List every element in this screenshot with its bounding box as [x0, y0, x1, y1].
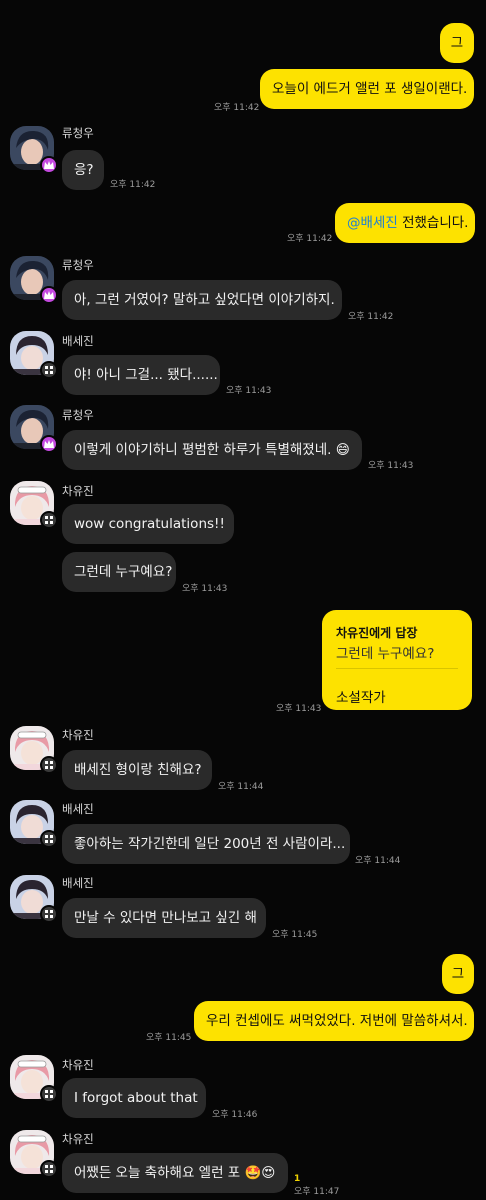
message-text: 야! 아니 그걸... 됐다...... — [74, 367, 218, 383]
message-text: wow congratulations!! — [74, 516, 225, 532]
incoming-message[interactable]: 어쨌든 오늘 축하해요 엘런 포 🤩😍 — [62, 1153, 288, 1193]
message-time: 오후 11:43 — [182, 584, 228, 594]
avatar[interactable] — [10, 126, 58, 174]
crown-icon — [40, 286, 58, 304]
message-time: 오후 11:44 — [355, 856, 401, 866]
message-time: 오후 11:43 — [226, 386, 272, 396]
sender-name: 차유진 — [62, 728, 94, 742]
incoming-message[interactable]: I forgot about that — [62, 1078, 206, 1118]
message-time: 오후 11:46 — [212, 1110, 258, 1120]
chat-room: 그 오후 11:42 오늘이 에드거 앨런 포 생일이랜다. 류청우 응? 오후… — [0, 0, 486, 1200]
message-time: 오후 11:43 — [368, 461, 414, 471]
outgoing-message[interactable]: 그 — [442, 954, 474, 994]
outgoing-message[interactable]: 오늘이 에드거 앨런 포 생일이랜다. — [260, 69, 474, 109]
avatar[interactable] — [10, 726, 58, 774]
message-text: 응? — [74, 162, 94, 178]
message-time: 오후 11:45 — [272, 930, 318, 940]
message-text: 아, 그런 거였어? 말하고 싶었다면 이야기하지. — [74, 292, 335, 308]
crown-icon — [40, 435, 58, 453]
bot-icon — [40, 905, 58, 923]
message-text: 우리 컨셉에도 써먹었었다. 저번에 말씀하셔서. — [206, 1013, 468, 1029]
incoming-message[interactable]: wow congratulations!! — [62, 504, 234, 544]
message-text: 오늘이 에드거 앨런 포 생일이랜다. — [272, 81, 468, 97]
avatar[interactable] — [10, 405, 58, 453]
outgoing-message[interactable]: 그 — [440, 23, 474, 63]
crown-icon — [40, 156, 58, 174]
bot-icon — [40, 361, 58, 379]
sender-name: 차유진 — [62, 1058, 94, 1072]
incoming-message[interactable]: 만날 수 있다면 만나보고 싶긴 해 — [62, 898, 266, 938]
reply-target-label: 차유진에게 답장 — [336, 626, 418, 640]
avatar[interactable] — [10, 256, 58, 304]
bot-icon — [40, 511, 58, 529]
sender-name: 차유진 — [62, 1132, 94, 1146]
avatar[interactable] — [10, 875, 58, 923]
avatar[interactable] — [10, 481, 58, 529]
incoming-message[interactable]: 배세진 형이랑 친해요? — [62, 750, 212, 790]
message-text: 그런데 누구예요? — [74, 564, 173, 580]
outgoing-message[interactable]: 우리 컨셉에도 써먹었었다. 저번에 말씀하셔서. — [194, 1001, 474, 1041]
message-text: 이렇게 이야기하니 평범한 하루가 특별해졌네. 😄 — [74, 442, 350, 458]
message-text: 좋아하는 작가긴한데 일단 200년 전 사람이라... — [74, 836, 346, 852]
mention-link[interactable]: @배세진 — [347, 215, 398, 231]
avatar[interactable] — [10, 800, 58, 848]
sender-name: 류청우 — [62, 258, 94, 272]
incoming-message[interactable]: 그런데 누구예요? — [62, 552, 176, 592]
bot-icon — [40, 830, 58, 848]
incoming-message[interactable]: 좋아하는 작가긴한데 일단 200년 전 사람이라... — [62, 824, 350, 864]
bot-icon — [40, 1160, 58, 1178]
sender-name: 류청우 — [62, 408, 94, 422]
message-text: 소설작가 — [336, 690, 386, 706]
message-text: 만날 수 있다면 만나보고 싶긴 해 — [74, 910, 257, 926]
message-time: 오후 11:44 — [218, 782, 264, 792]
avatar[interactable] — [10, 331, 58, 379]
unread-count: 1 — [294, 1174, 301, 1184]
message-time: 오후 11:43 — [276, 704, 322, 714]
reply-message[interactable]: 차유진에게 답장 그런데 누구예요? 소설작가 — [322, 610, 472, 710]
outgoing-message[interactable]: @배세진 전했습니다. — [335, 203, 475, 243]
bot-icon — [40, 756, 58, 774]
message-text: 배세진 형이랑 친해요? — [74, 762, 202, 778]
incoming-message[interactable]: 야! 아니 그걸... 됐다...... — [62, 355, 220, 395]
bot-icon — [40, 1085, 58, 1103]
reply-divider — [336, 668, 458, 669]
sender-name: 배세진 — [62, 802, 94, 816]
message-time: 오후 11:42 — [348, 312, 394, 322]
message-time: 오후 11:47 — [294, 1187, 340, 1197]
avatar[interactable] — [10, 1130, 58, 1178]
message-text: I forgot about that — [74, 1090, 198, 1106]
sender-name: 배세진 — [62, 876, 94, 890]
message-text: 어쨌든 오늘 축하해요 엘런 포 🤩😍 — [74, 1165, 276, 1181]
message-time: 오후 11:42 — [110, 180, 156, 190]
message-text: 그 — [450, 35, 464, 51]
sender-name: 차유진 — [62, 484, 94, 498]
sender-name: 류청우 — [62, 126, 94, 140]
message-text: 전했습니다. — [402, 215, 469, 231]
message-time: 오후 11:42 — [287, 234, 333, 244]
message-time: 오후 11:42 — [214, 103, 260, 113]
reply-quoted-text[interactable]: 그런데 누구예요? — [336, 642, 434, 662]
sender-name: 배세진 — [62, 334, 94, 348]
avatar[interactable] — [10, 1055, 58, 1103]
incoming-message[interactable]: 이렇게 이야기하니 평범한 하루가 특별해졌네. 😄 — [62, 430, 362, 470]
message-time: 오후 11:45 — [146, 1033, 192, 1043]
incoming-message[interactable]: 아, 그런 거였어? 말하고 싶었다면 이야기하지. — [62, 280, 342, 320]
incoming-message[interactable]: 응? — [62, 150, 104, 190]
message-text: 그 — [451, 966, 465, 982]
